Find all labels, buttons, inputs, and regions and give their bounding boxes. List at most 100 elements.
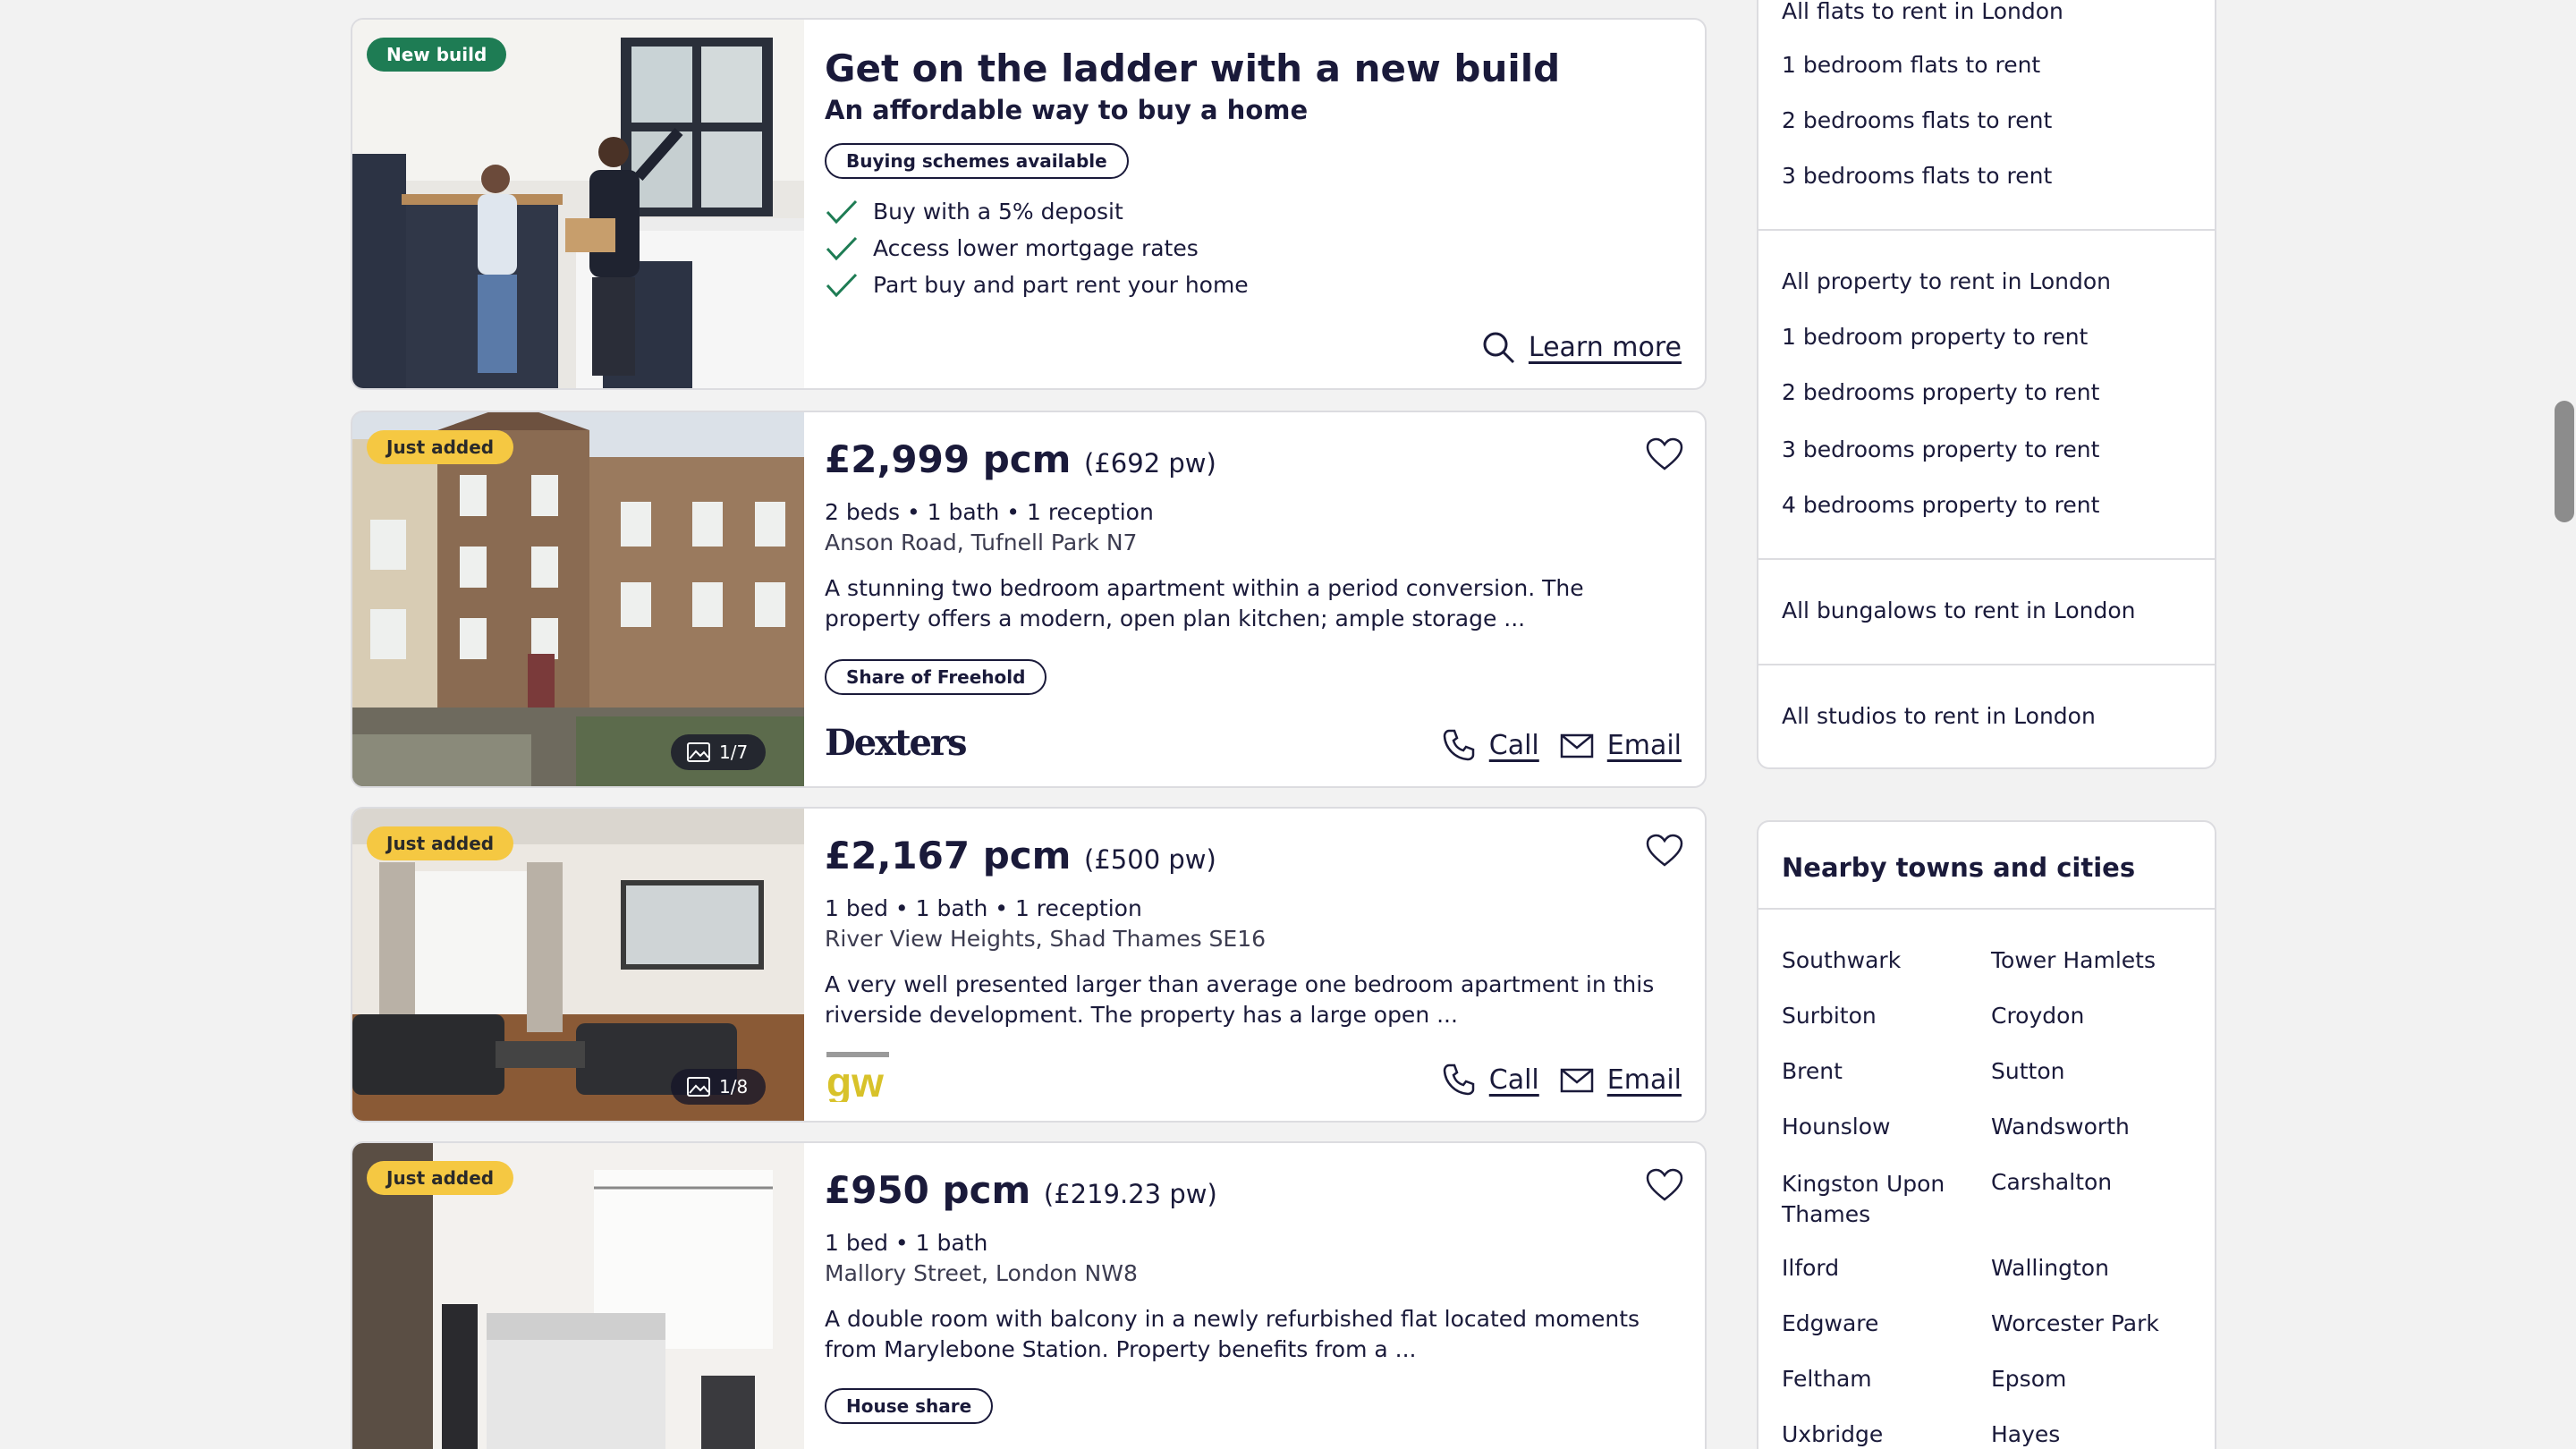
- link-3-bed-property[interactable]: 3 bedrooms property to rent: [1782, 436, 2099, 462]
- divider: [1758, 558, 2215, 560]
- price-pw: (£500 pw): [1084, 844, 1216, 875]
- nearby-towns-box: Nearby towns and cities Southwark Surbit…: [1757, 820, 2216, 1449]
- link-4-bed-property[interactable]: 4 bedrooms property to rent: [1782, 492, 2099, 518]
- nearby-link[interactable]: Wallington: [1991, 1255, 2109, 1281]
- checkmark-icon: [826, 236, 858, 260]
- save-heart-icon[interactable]: [1646, 437, 1683, 471]
- checkmark-icon: [826, 199, 858, 224]
- email-button[interactable]: Email: [1607, 1064, 1682, 1096]
- photo-count-text: 1/8: [719, 1076, 749, 1097]
- nearby-link[interactable]: Kingston Upon Thames: [1782, 1169, 1961, 1230]
- listing-price[interactable]: £2,167 pcm (£500 pw): [825, 834, 1216, 877]
- link-all-studios[interactable]: All studios to rent in London: [1782, 703, 2096, 729]
- save-heart-icon[interactable]: [1646, 834, 1683, 868]
- link-all-property[interactable]: All property to rent in London: [1782, 268, 2111, 294]
- nearby-link[interactable]: Southwark: [1782, 947, 1901, 973]
- email-button[interactable]: Email: [1607, 730, 1682, 761]
- link-1-bed-property[interactable]: 1 bedroom property to rent: [1782, 324, 2088, 350]
- nearby-link[interactable]: Wandsworth: [1991, 1114, 2130, 1140]
- nearby-link[interactable]: Hayes: [1991, 1421, 2060, 1447]
- divider: [1758, 229, 2215, 231]
- save-heart-icon[interactable]: [1646, 1168, 1683, 1202]
- agent-logo-gw[interactable]: gw: [825, 1048, 896, 1106]
- photo-count[interactable]: 1/7: [671, 734, 767, 770]
- listing-body: £950 pcm (£219.23 pw) 1 bed • 1 bath Mal…: [825, 1143, 1705, 1449]
- price-pcm: £2,999 pcm: [825, 437, 1072, 481]
- link-all-flats[interactable]: All flats to rent in London: [1782, 0, 2063, 24]
- nearby-link[interactable]: Uxbridge: [1782, 1421, 1883, 1447]
- price-pcm: £2,167 pcm: [825, 834, 1072, 877]
- listing-description[interactable]: A very well presented larger than averag…: [825, 970, 1657, 1030]
- promo-title: Get on the ladder with a new build: [825, 47, 1561, 90]
- photo-count[interactable]: 1/8: [671, 1069, 767, 1105]
- email-icon: [1560, 733, 1594, 758]
- promo-body: Get on the ladder with a new build An af…: [825, 20, 1705, 388]
- just-added-badge: Just added: [367, 430, 514, 464]
- promo-photo[interactable]: New build: [352, 20, 804, 388]
- building-photo: [352, 412, 804, 786]
- nearby-link[interactable]: Ilford: [1782, 1255, 1839, 1281]
- page-scrollbar-track[interactable]: [2549, 0, 2576, 1449]
- nearby-link[interactable]: Sutton: [1991, 1058, 2064, 1084]
- nearby-link[interactable]: Croydon: [1991, 1003, 2084, 1029]
- divider: [1758, 664, 2215, 665]
- photo-count-text: 1/7: [719, 741, 749, 763]
- link-3-bed-flats[interactable]: 3 bedrooms flats to rent: [1782, 163, 2052, 189]
- nearby-title: Nearby towns and cities: [1782, 852, 2136, 883]
- nearby-link[interactable]: Surbiton: [1782, 1003, 1877, 1029]
- listing-description[interactable]: A double room with balcony in a newly re…: [825, 1304, 1657, 1365]
- nearby-link[interactable]: Feltham: [1782, 1366, 1872, 1392]
- listing-address[interactable]: Anson Road, Tufnell Park N7: [825, 530, 1137, 555]
- agent-logo-graphic: gw: [826, 1052, 889, 1106]
- link-2-bed-flats[interactable]: 2 bedrooms flats to rent: [1782, 107, 2052, 133]
- nearby-link[interactable]: Brent: [1782, 1058, 1843, 1084]
- listing-body: £2,999 pcm (£692 pw) 2 beds • 1 bath • 1…: [825, 412, 1705, 786]
- promo-checklist: Buy with a 5% deposit Access lower mortg…: [825, 193, 1249, 303]
- price-pw: (£692 pw): [1084, 448, 1216, 479]
- agent-logo-text: gw: [826, 1059, 884, 1102]
- divider: [1758, 908, 2215, 910]
- listing-specs: 2 beds • 1 bath • 1 reception: [825, 499, 1154, 525]
- link-all-bungalows[interactable]: All bungalows to rent in London: [1782, 597, 2135, 623]
- listing-card[interactable]: Just added £950 pcm (£219.23 pw) 1 bed •…: [351, 1141, 1707, 1449]
- listing-card[interactable]: Just added 1/7 £2,999 pcm (£692 pw) 2 be…: [351, 411, 1707, 788]
- listing-description[interactable]: A stunning two bedroom apartment within …: [825, 573, 1657, 634]
- contact-actions: Call Email: [1441, 1062, 1682, 1097]
- nearby-link[interactable]: Carshalton: [1991, 1169, 2112, 1195]
- listing-photo[interactable]: Just added 1/8: [352, 809, 804, 1121]
- page-scrollbar-thumb[interactable]: [2555, 401, 2574, 522]
- contact-actions: Call Email: [1441, 727, 1682, 763]
- call-button[interactable]: Call: [1489, 730, 1539, 761]
- link-1-bed-flats[interactable]: 1 bedroom flats to rent: [1782, 52, 2040, 78]
- nearby-link[interactable]: Worcester Park: [1991, 1310, 2159, 1336]
- new-build-badge: New build: [367, 38, 507, 72]
- listing-address[interactable]: River View Heights, Shad Thames SE16: [825, 926, 1266, 952]
- phone-icon: [1443, 1063, 1474, 1096]
- listing-photo[interactable]: Just added: [352, 1143, 804, 1449]
- listing-address[interactable]: Mallory Street, London NW8: [825, 1260, 1138, 1286]
- listing-card[interactable]: Just added 1/8 £2,167 pcm (£500 pw) 1 be…: [351, 807, 1707, 1123]
- listing-body: £2,167 pcm (£500 pw) 1 bed • 1 bath • 1 …: [825, 809, 1705, 1121]
- learn-more-label[interactable]: Learn more: [1529, 332, 1682, 363]
- image-icon: [687, 1077, 710, 1097]
- search-icon: [1483, 332, 1514, 364]
- nearby-link[interactable]: Tower Hamlets: [1991, 947, 2156, 973]
- listing-price[interactable]: £2,999 pcm (£692 pw): [825, 437, 1216, 481]
- listing-photo[interactable]: Just added 1/7: [352, 412, 804, 786]
- email-icon: [1560, 1068, 1594, 1093]
- listing-price[interactable]: £950 pcm (£219.23 pw): [825, 1168, 1217, 1212]
- nearby-link[interactable]: Edgware: [1782, 1310, 1878, 1336]
- agent-logo-dexters[interactable]: Dexters: [825, 722, 968, 764]
- learn-more-link[interactable]: Learn more: [1480, 329, 1682, 365]
- nearby-link[interactable]: Hounslow: [1782, 1114, 1891, 1140]
- call-button[interactable]: Call: [1489, 1064, 1539, 1096]
- nearby-link[interactable]: Epsom: [1991, 1366, 2066, 1392]
- link-2-bed-property[interactable]: 2 bedrooms property to rent: [1782, 379, 2099, 405]
- check-item-text: Access lower mortgage rates: [873, 235, 1199, 261]
- just-added-badge: Just added: [367, 826, 514, 860]
- new-build-promo-card[interactable]: New build Get on the ladder with a new b…: [351, 18, 1707, 390]
- check-item-text: Buy with a 5% deposit: [873, 199, 1123, 225]
- price-pw: (£219.23 pw): [1043, 1179, 1217, 1209]
- buying-schemes-pill: Buying schemes available: [825, 143, 1129, 179]
- check-item: Access lower mortgage rates: [825, 230, 1249, 267]
